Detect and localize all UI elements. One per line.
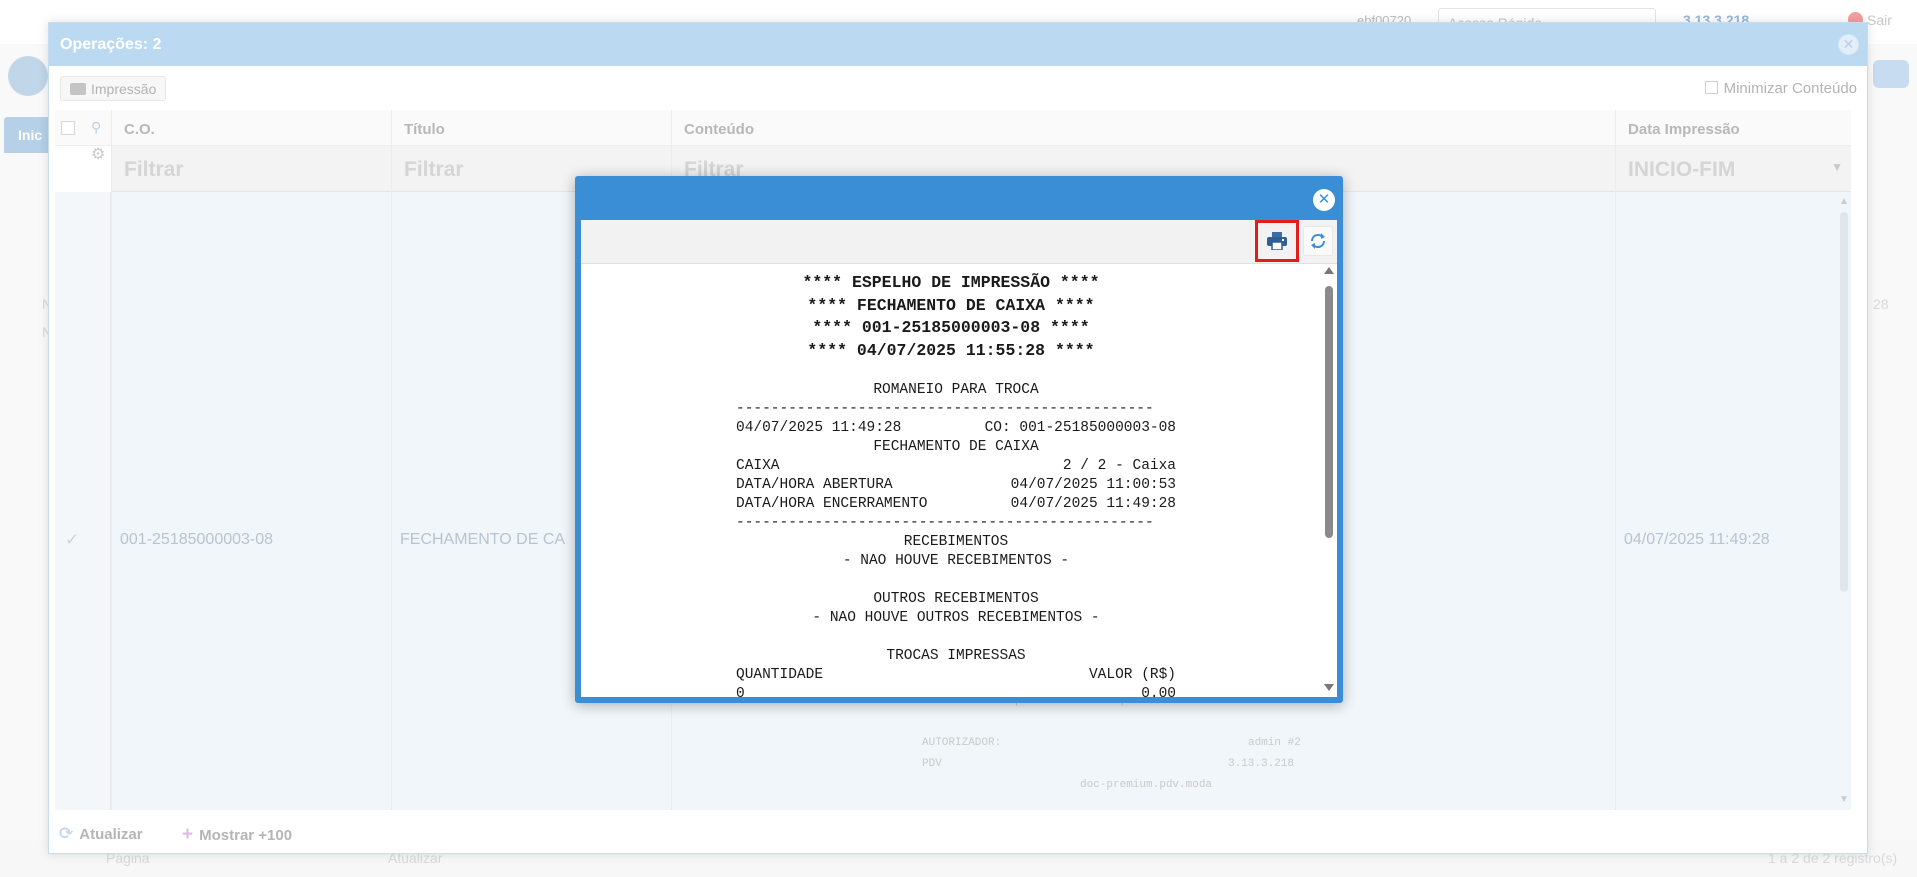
mirror-bg-footer: doc-premium.pdv.moda xyxy=(1080,779,1213,791)
receipt-separator: ----------------------------------------… xyxy=(736,401,1154,417)
receipt-valor-label: VALOR (R$) xyxy=(1088,667,1176,683)
scroll-down-icon[interactable]: ▼ xyxy=(1839,794,1849,805)
receipt-abertura-row: DATA/HORA ABERTURA 04/07/2025 11:00:53 xyxy=(736,476,1176,495)
column-header-titulo[interactable]: Título xyxy=(391,110,671,146)
mirror-bg-authorizer-label: AUTORIZADOR: xyxy=(922,737,1002,749)
minimize-content-toggle[interactable]: Minimizar Conteúdo xyxy=(1704,80,1857,97)
receipt-spacer-3 xyxy=(736,628,1176,647)
receipt-outros-none: - NAO HOUVE OUTROS RECEBIMENTOS - xyxy=(812,610,1100,626)
filter-date-range-input[interactable]: INICIO-FIM ▼ xyxy=(1615,146,1851,192)
receipt-outros-title: OUTROS RECEBIMENTOS xyxy=(873,591,1039,607)
plus-icon: + xyxy=(182,824,194,845)
print-preview-toolbar xyxy=(581,220,1337,264)
receipt-header-4: **** 04/07/2025 11:55:28 **** xyxy=(807,340,1095,360)
cell-data-impressao: 04/07/2025 11:49:28 xyxy=(1615,192,1851,810)
receipt-caixa-row: CAIXA 2 / 2 - Caixa xyxy=(736,457,1176,476)
receipt-section-title: ROMANEIO PARA TROCA xyxy=(873,382,1039,398)
row-selector-column: ✓ xyxy=(55,192,111,810)
receipt-separator-2: ----------------------------------------… xyxy=(736,515,1154,531)
print-preview-modal: ✕ **** ESPELHO DE IMPRESSÃO **** **** FE… xyxy=(575,176,1343,703)
column-header-data-impressao[interactable]: Data Impressão xyxy=(1615,110,1851,146)
scroll-up-icon[interactable] xyxy=(1324,267,1334,274)
minimize-label: Minimizar Conteúdo xyxy=(1723,80,1857,97)
filter-co-input[interactable]: Filtrar xyxy=(111,146,391,192)
printer-icon xyxy=(1267,232,1287,250)
receipt-caixa-label: CAIXA xyxy=(736,458,780,474)
receipt-encerramento-value: 04/07/2025 11:49:28 xyxy=(1010,496,1176,512)
column-header-co[interactable]: C.O. xyxy=(111,110,391,146)
show-more-button[interactable]: + Mostrar +100 xyxy=(182,824,292,846)
operations-close-icon[interactable]: ✕ xyxy=(1838,34,1859,55)
print-preview-scroll-thumb[interactable] xyxy=(1325,286,1333,538)
receipt-spacer xyxy=(736,362,1176,381)
operations-dialog-header: Operações: 2 ✕ xyxy=(49,23,1867,66)
receipt-header-3: **** 001-25185000003-08 **** xyxy=(812,318,1090,337)
print-preview-body: **** ESPELHO DE IMPRESSÃO **** **** FECH… xyxy=(581,220,1337,697)
receipt-encerramento-row: DATA/HORA ENCERRAMENTO 04/07/2025 11:49:2… xyxy=(736,495,1176,514)
print-preview-scrollbar[interactable] xyxy=(1321,264,1337,697)
mirror-bg-pdv-label: PDV xyxy=(922,758,942,770)
grid-header: ⚲ C.O. Título Conteúdo Data Impressão xyxy=(55,110,1851,146)
receipt-abertura-value: 04/07/2025 11:00:53 xyxy=(1010,477,1176,493)
mirror-bg-pdv-value: 3.13.3.218 xyxy=(1228,758,1295,770)
receipt-spacer-2 xyxy=(736,571,1176,590)
grid-scroll-thumb[interactable] xyxy=(1840,212,1848,592)
receipt-mirror: **** ESPELHO DE IMPRESSÃO **** **** FECH… xyxy=(581,272,1321,697)
show-more-label: Mostrar +100 xyxy=(199,827,293,844)
printer-icon xyxy=(70,83,86,95)
receipt-co: CO: 001-25185000003-08 xyxy=(984,420,1176,436)
receipt-recebimentos-none: - NAO HOUVE RECEBIMENTOS - xyxy=(842,553,1070,569)
refresh-icon xyxy=(1310,233,1326,249)
receipt-recebimentos-title: RECEBIMENTOS xyxy=(903,534,1009,550)
refresh-icon: ⟳ xyxy=(59,824,74,843)
receipt-header-1: **** ESPELHO DE IMPRESSÃO **** xyxy=(802,273,1100,292)
receipt-valor-value: 0.00 xyxy=(1141,686,1176,697)
print-preview-print-button[interactable] xyxy=(1255,220,1299,262)
scroll-up-icon[interactable]: ▲ xyxy=(1839,196,1849,207)
print-preview-content: **** ESPELHO DE IMPRESSÃO **** **** FECH… xyxy=(581,264,1321,697)
select-all-checkbox[interactable] xyxy=(61,121,75,135)
chevron-down-icon[interactable]: ▼ xyxy=(1831,160,1843,174)
close-icon[interactable]: ✕ xyxy=(1313,189,1335,211)
cell-co-text: 001-25185000003-08 xyxy=(120,531,274,548)
search-icon[interactable]: ⚲ xyxy=(91,119,101,136)
grid-scrollbar[interactable]: ▲ ▼ xyxy=(1837,192,1851,810)
scroll-down-icon[interactable] xyxy=(1324,684,1334,691)
row-check-icon[interactable]: ✓ xyxy=(65,530,79,550)
filter-date-range-label: INICIO-FIM xyxy=(1628,158,1736,181)
operations-footer: ⟳ Atualizar + Mostrar +100 xyxy=(49,813,1867,853)
cell-titulo-text: FECHAMENTO DE CA xyxy=(400,531,566,548)
mirror-bg-authorizer-value: admin #2 xyxy=(1248,737,1301,749)
receipt-trocas-title: TROCAS IMPRESSAS xyxy=(886,648,1026,664)
receipt-datetime-row: 04/07/2025 11:49:28 CO: 001-25185000003-0… xyxy=(736,419,1176,438)
receipt-qty-value: 0 xyxy=(736,686,745,697)
operations-toolbar: Impressão Minimizar Conteúdo xyxy=(49,66,1867,110)
update-button[interactable]: ⟳ Atualizar xyxy=(59,824,143,844)
receipt-caixa-value: 2 / 2 - Caixa xyxy=(1062,458,1176,474)
update-button-label: Atualizar xyxy=(79,826,143,843)
receipt-encerramento-label: DATA/HORA ENCERRAMENTO xyxy=(736,496,928,512)
receipt-abertura-label: DATA/HORA ABERTURA xyxy=(736,477,893,493)
print-button-label: Impressão xyxy=(91,81,157,97)
print-button[interactable]: Impressão xyxy=(60,76,167,101)
minimize-checkbox[interactable] xyxy=(1704,81,1718,94)
column-header-conteudo[interactable]: Conteúdo xyxy=(671,110,1615,146)
print-preview-refresh-button[interactable] xyxy=(1303,226,1333,256)
receipt-trocas-header-row: QUANTIDADE VALOR (R$) xyxy=(736,666,1176,685)
gear-icon[interactable]: ⚙ xyxy=(91,144,105,164)
receipt-qty-label: QUANTIDADE xyxy=(736,667,824,683)
cell-date-text: 04/07/2025 11:49:28 xyxy=(1624,531,1770,548)
cell-co: 001-25185000003-08 xyxy=(111,192,391,810)
receipt-subtitle: FECHAMENTO DE CAIXA xyxy=(873,439,1039,455)
receipt-datetime: 04/07/2025 11:49:28 xyxy=(736,420,902,436)
receipt-header-2: **** FECHAMENTO DE CAIXA **** xyxy=(807,295,1095,315)
operations-dialog-title: Operações: 2 xyxy=(60,36,162,53)
receipt-trocas-values-row: 0 0.00 xyxy=(736,685,1176,697)
